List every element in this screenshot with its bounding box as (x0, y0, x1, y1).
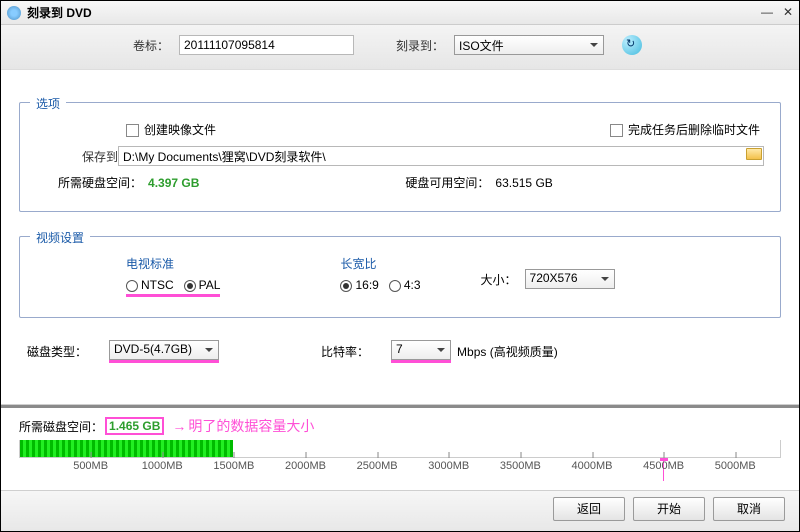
tick-label: 1500MB (213, 460, 254, 472)
titlebar: 刻录到 DVD — ✕ (1, 1, 799, 25)
cancel-button[interactable]: 取消 (713, 497, 785, 521)
back-button[interactable]: 返回 (553, 497, 625, 521)
video-group: 视频设置 电视标准 NTSC PAL 长宽比 16:9 4:3 大小 (19, 236, 781, 318)
size-label: 大小： (481, 271, 517, 288)
tick-label: 3500MB (500, 460, 541, 472)
options-group: 选项 创建映像文件 完成任务后删除临时文件 保存到 所需硬盘空间： 4.397 … (19, 102, 781, 212)
quality-text: (高视频质量) (490, 345, 558, 359)
space-bar-fill (20, 440, 233, 457)
start-button[interactable]: 开始 (633, 497, 705, 521)
tick-row: 500MB 1000MB 1500MB 2000MB 2500MB 3000MB 3500M… (19, 460, 781, 484)
ratio-169-radio[interactable]: 16:9 (340, 278, 378, 292)
save-to-label: 保存到 (36, 148, 118, 165)
burn-to-label: 刻录到： (384, 37, 444, 54)
tick-label: 5000MB (715, 460, 756, 472)
volume-input[interactable] (179, 35, 354, 55)
tick-label: 500MB (73, 460, 108, 472)
ntsc-radio[interactable]: NTSC (126, 278, 174, 292)
options-legend: 选项 (30, 95, 66, 112)
disc-type-label: 磁盘类型： (27, 343, 87, 360)
video-legend: 视频设置 (30, 229, 90, 246)
delete-temp-checkbox[interactable]: 完成任务后删除临时文件 (610, 121, 760, 138)
pal-radio[interactable]: PAL (184, 278, 221, 292)
tick-label: 4000MB (572, 460, 613, 472)
aspect-label: 长宽比 (340, 255, 420, 272)
bitrate-label: 比特率： (321, 343, 369, 360)
annotation-text: 明了的数据容量大小 (172, 416, 314, 436)
tick-label: 2500MB (357, 460, 398, 472)
window-title: 刻录到 DVD (27, 4, 92, 21)
required-space-label: 所需磁盘空间： (19, 418, 103, 435)
ratio-43-radio[interactable]: 4:3 (389, 278, 421, 292)
tick-label: 3000MB (428, 460, 469, 472)
folder-icon[interactable] (746, 148, 762, 160)
need-space-label: 所需硬盘空间： (58, 174, 142, 191)
tick-label: 4500MB (643, 460, 684, 472)
space-bar (19, 440, 781, 458)
required-space-value: 1.465 GB (105, 417, 164, 435)
size-select[interactable]: 720X576 (525, 269, 615, 289)
bitrate-select[interactable]: 7 (391, 340, 451, 360)
save-to-input[interactable] (118, 146, 764, 166)
free-space-value: 63.515 GB (495, 176, 552, 190)
tv-standard-label: 电视标准 (126, 255, 220, 272)
close-icon[interactable]: ✕ (783, 5, 793, 19)
disc-type-select[interactable]: DVD-5(4.7GB) (109, 340, 219, 360)
tick-label: 1000MB (142, 460, 183, 472)
refresh-icon[interactable] (622, 35, 642, 55)
volume-label: 卷标： (19, 37, 169, 54)
dvd-icon (7, 6, 21, 20)
need-space-value: 4.397 GB (148, 176, 199, 190)
minimize-icon[interactable]: — (761, 5, 773, 19)
tick-label: 2000MB (285, 460, 326, 472)
create-image-checkbox[interactable]: 创建映像文件 (126, 121, 216, 138)
header-row: 卷标： 刻录到： ISO文件 (1, 25, 799, 70)
bitrate-unit: Mbps (457, 345, 486, 359)
burn-to-select[interactable]: ISO文件 (454, 35, 604, 55)
free-space-label: 硬盘可用空间： (405, 174, 489, 191)
